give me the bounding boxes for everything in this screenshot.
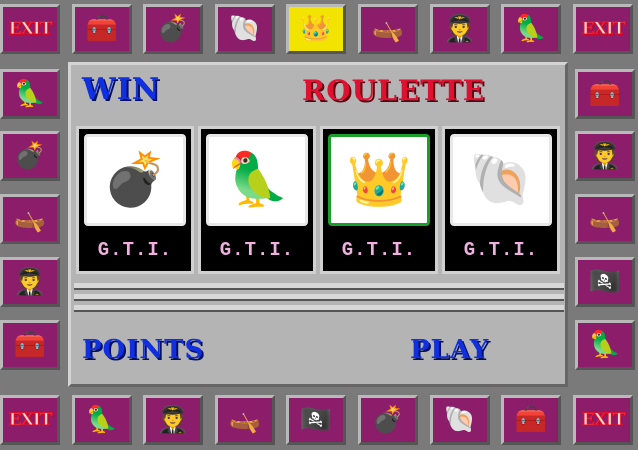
symbol-tile: 🧰: [72, 4, 132, 54]
symbol-tile: 🛶: [0, 194, 60, 244]
treasure-chest-icon: 🧰: [588, 79, 622, 109]
symbol-tile: 🛶: [575, 194, 635, 244]
progress-bars: [74, 283, 564, 316]
exit-label: EXIT: [8, 410, 53, 431]
boat-icon: 🛶: [228, 405, 262, 435]
boat-icon: 🛶: [13, 204, 47, 234]
pirate-icon: 🧑‍✈️: [13, 267, 47, 297]
seashell-icon: 🐚: [443, 405, 477, 435]
parrot-icon: 🦜: [514, 14, 548, 44]
symbol-tile: 🐚: [430, 395, 490, 445]
reel-window: 🐚: [450, 134, 552, 226]
cannon-icon: 💣: [102, 150, 168, 210]
treasure-chest-icon: 🧰: [85, 14, 119, 44]
symbol-tile: 🏴‍☠️: [286, 395, 346, 445]
symbol-tile: 🧰: [575, 69, 635, 119]
symbol-tile: 🦜: [0, 69, 60, 119]
exit-label: EXIT: [581, 410, 626, 431]
reel-label: G.T.I.: [463, 239, 539, 261]
crown-icon: 👑: [299, 14, 333, 44]
cannon-icon: 💣: [156, 14, 190, 44]
bar-line: [74, 294, 564, 301]
points-label: POINTS: [82, 335, 205, 365]
boat-icon: 🛶: [371, 14, 405, 44]
treasure-chest-icon: 🧰: [13, 330, 47, 360]
bar-line: [74, 283, 564, 290]
symbol-tile: 🦜: [501, 4, 561, 54]
symbol-tile: 💣: [143, 4, 203, 54]
seashell-icon: 🐚: [468, 150, 534, 210]
reel: 💣 G.T.I.: [76, 126, 194, 274]
pirate-flag-icon: 🏴‍☠️: [588, 267, 622, 297]
treasure-chest-icon: 🧰: [514, 405, 548, 435]
exit-button[interactable]: EXIT: [573, 395, 633, 445]
symbol-tile: 🦜: [575, 320, 635, 370]
reel: 🐚 G.T.I.: [442, 126, 560, 274]
boat-icon: 🛶: [588, 204, 622, 234]
symbol-tile: 🦜: [72, 395, 132, 445]
exit-button[interactable]: EXIT: [0, 4, 60, 54]
pirate-icon: 🧑‍✈️: [156, 405, 190, 435]
symbol-tile: 🧑‍✈️: [0, 257, 60, 307]
cannon-icon: 💣: [13, 141, 47, 171]
symbol-tile: 👑: [286, 4, 346, 54]
exit-button[interactable]: EXIT: [0, 395, 60, 445]
exit-label: EXIT: [8, 19, 53, 40]
crown-icon: 👑: [346, 150, 412, 210]
seashell-icon: 🐚: [228, 14, 262, 44]
reel: 🦜 G.T.I.: [198, 126, 316, 274]
reel-window: 🦜: [206, 134, 308, 226]
play-button[interactable]: PLAY: [410, 335, 489, 365]
parrot-icon: 🦜: [13, 79, 47, 109]
roulette-title: ROULETTE: [302, 74, 486, 107]
parrot-icon: 🦜: [588, 330, 622, 360]
symbol-tile: 🧑‍✈️: [430, 4, 490, 54]
exit-button[interactable]: EXIT: [573, 4, 633, 54]
symbol-tile: 🐚: [215, 4, 275, 54]
exit-label: EXIT: [581, 19, 626, 40]
reel-window: 👑: [328, 134, 430, 226]
pirate-icon: 🧑‍✈️: [588, 141, 622, 171]
symbol-tile: 🧑‍✈️: [575, 131, 635, 181]
symbol-tile: 🏴‍☠️: [575, 257, 635, 307]
parrot-icon: 🦜: [224, 150, 290, 210]
reel-label: G.T.I.: [341, 239, 417, 261]
win-label: WIN: [82, 72, 161, 107]
reel-label: G.T.I.: [97, 239, 173, 261]
symbol-tile: 🧰: [0, 320, 60, 370]
reel-label: G.T.I.: [219, 239, 295, 261]
symbol-tile: 🛶: [215, 395, 275, 445]
bar-line: [74, 305, 564, 312]
symbol-tile: 🧑‍✈️: [143, 395, 203, 445]
reel: 👑 G.T.I.: [320, 126, 438, 274]
reel-window: 💣: [84, 134, 186, 226]
symbol-tile: 💣: [358, 395, 418, 445]
symbol-tile: 🛶: [358, 4, 418, 54]
pirate-icon: 🧑‍✈️: [443, 14, 477, 44]
pirate-flag-icon: 🏴‍☠️: [299, 405, 333, 435]
cannon-icon: 💣: [371, 405, 405, 435]
symbol-tile: 🧰: [501, 395, 561, 445]
parrot-icon: 🦜: [85, 405, 119, 435]
symbol-tile: 💣: [0, 131, 60, 181]
